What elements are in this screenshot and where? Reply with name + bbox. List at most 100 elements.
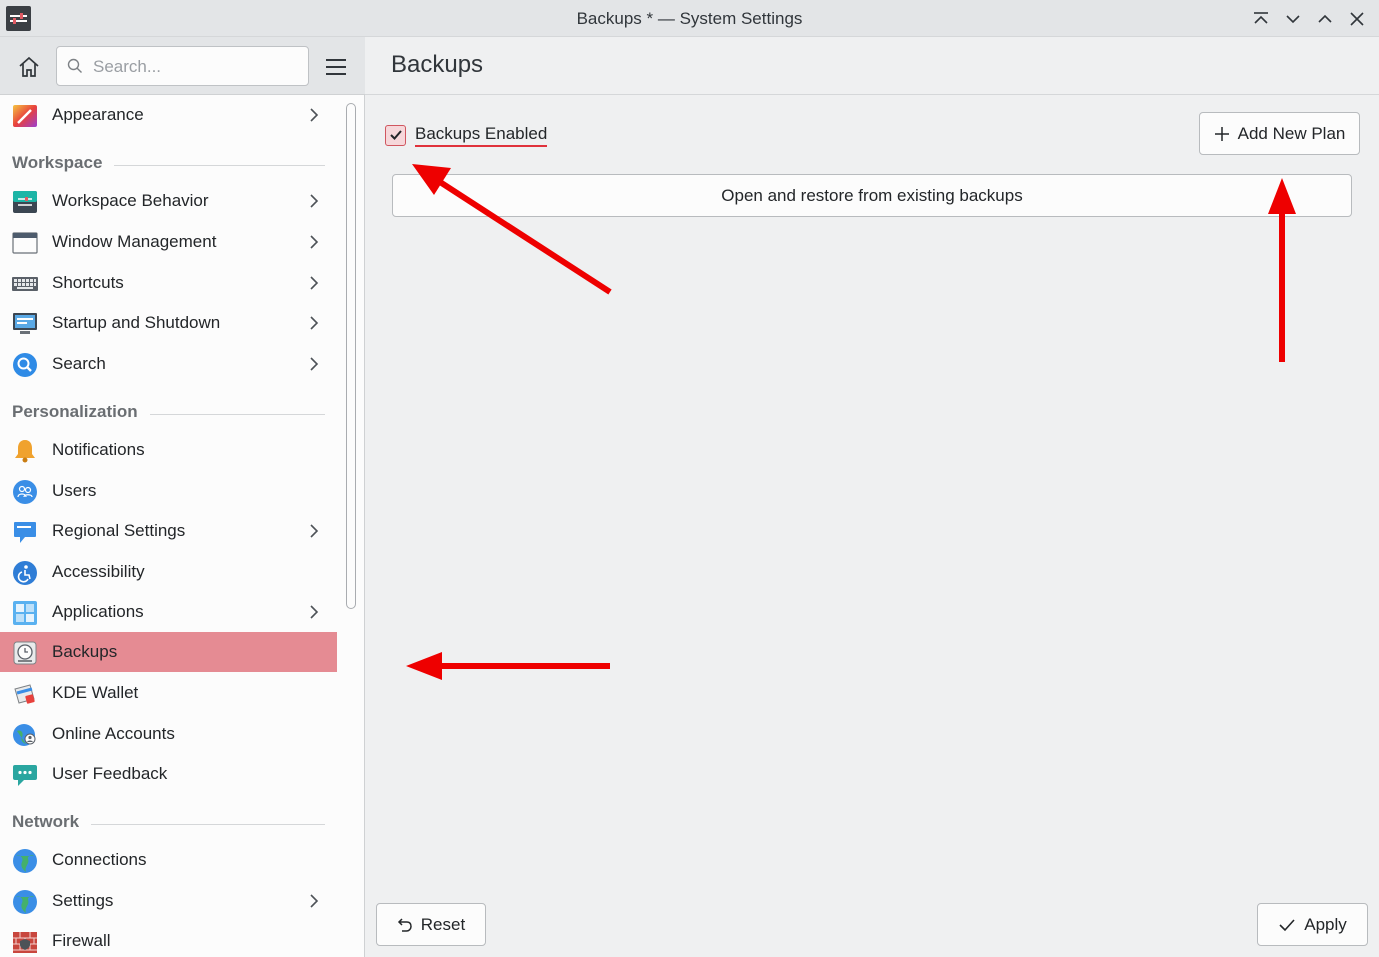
window-titlebar: Backups * — System Settings: [0, 0, 1379, 37]
add-new-plan-label: Add New Plan: [1237, 123, 1346, 143]
hamburger-menu-icon: [326, 59, 346, 75]
reset-button[interactable]: Reset: [376, 903, 486, 946]
sidebar-item-label: Firewall: [52, 931, 111, 950]
sidebar-item-backups[interactable]: Backups: [0, 632, 337, 672]
applications-icon: [13, 601, 37, 625]
section-header-personalization: Personalization: [0, 397, 337, 427]
sidebar-item-applications[interactable]: Applications: [0, 592, 337, 632]
user-feedback-icon: [13, 765, 37, 786]
apply-label: Apply: [1304, 914, 1347, 934]
sidebar-item-shortcuts[interactable]: Shortcuts: [0, 263, 337, 303]
maximize-button[interactable]: [1313, 7, 1337, 31]
backups-enabled-checkbox-row[interactable]: Backups Enabled: [385, 123, 548, 147]
sidebar-item-label: Connections: [52, 850, 147, 869]
sidebar-item-label: Settings: [52, 891, 114, 910]
globe-settings-icon: [13, 890, 37, 914]
sidebar-item-network-settings[interactable]: Settings: [0, 881, 337, 921]
backups-clock-icon: [13, 641, 37, 665]
backups-enabled-checkbox[interactable]: [385, 124, 406, 146]
sidebar-item-label: Appearance: [52, 105, 144, 124]
regional-settings-icon: [14, 522, 36, 543]
page-header: Backups: [365, 37, 1379, 95]
sidebar-scrollbar-thumb[interactable]: [346, 103, 356, 609]
home-button[interactable]: [12, 50, 46, 84]
undo-icon: [397, 917, 412, 932]
sidebar-item-search[interactable]: Search: [0, 344, 337, 384]
online-accounts-icon: [13, 724, 36, 746]
sidebar-item-label: Search: [52, 354, 106, 373]
apply-button[interactable]: Apply: [1257, 903, 1368, 946]
checkmark-icon: [1279, 918, 1295, 931]
sidebar-item-label: Regional Settings: [52, 521, 186, 540]
plus-icon: [1214, 126, 1229, 141]
open-restore-label: Open and restore from existing backups: [721, 185, 1023, 205]
home-icon: [19, 56, 39, 77]
sidebar-item-label: Workspace Behavior: [52, 191, 209, 210]
sidebar-item-label: Startup and Shutdown: [52, 313, 221, 332]
sidebar-item-workspace-behavior[interactable]: Workspace Behavior: [0, 181, 337, 221]
firewall-icon: [13, 932, 37, 953]
chevron-right-icon: [310, 276, 319, 290]
chevron-right-icon: [310, 357, 319, 371]
sidebar-item-label: Notifications: [52, 440, 145, 459]
sidebar-item-label: KDE Wallet: [52, 683, 139, 702]
sidebar-item-label: Users: [52, 481, 97, 500]
sidebar-item-accessibility[interactable]: Accessibility: [0, 552, 337, 592]
sidebar-item-label: Online Accounts: [52, 724, 175, 743]
sidebar-item-label: Applications: [52, 602, 144, 621]
close-icon: [1350, 12, 1364, 26]
search-magnifier-icon: [13, 353, 37, 377]
section-title: Personalization: [12, 402, 150, 422]
chevron-right-icon: [310, 194, 319, 208]
search-field[interactable]: [56, 46, 309, 86]
sidebar-item-startup-and-shutdown[interactable]: Startup and Shutdown: [0, 303, 337, 343]
sidebar-item-label: Shortcuts: [52, 273, 124, 292]
checkmark-icon: [389, 130, 402, 140]
section-title: Workspace: [12, 153, 115, 173]
sidebar-item-user-feedback[interactable]: User Feedback: [0, 754, 337, 794]
add-new-plan-button[interactable]: Add New Plan: [1199, 112, 1360, 155]
hamburger-menu-button[interactable]: [319, 50, 353, 84]
sidebar-item-users[interactable]: Users: [0, 471, 337, 511]
sidebar-scrollbar[interactable]: [337, 95, 365, 957]
sidebar-item-appearance[interactable]: Appearance: [0, 95, 337, 135]
workspace-behavior-icon: [13, 191, 37, 213]
section-header-network: Network: [0, 807, 337, 837]
sidebar-item-kde-wallet[interactable]: KDE Wallet: [0, 673, 337, 713]
sidebar-item-label: Accessibility: [52, 562, 145, 581]
sidebar-item-online-accounts[interactable]: Online Accounts: [0, 714, 337, 754]
sidebar-item-notifications[interactable]: Notifications: [0, 430, 337, 470]
sidebar-item-regional-settings[interactable]: Regional Settings: [0, 511, 337, 551]
open-restore-backups-button[interactable]: Open and restore from existing backups: [392, 174, 1352, 217]
window-title: Backups * — System Settings: [576, 9, 803, 28]
sidebar: Appearance Workspace Workspace Behavior …: [0, 95, 337, 957]
chevron-right-icon: [310, 605, 319, 619]
sidebar-item-window-management[interactable]: Window Management: [0, 222, 337, 262]
bell-icon: [15, 440, 35, 463]
chevron-right-icon: [310, 524, 319, 538]
minimize-button[interactable]: [1281, 7, 1305, 31]
section-title: Network: [12, 812, 92, 832]
window-management-icon: [12, 232, 38, 254]
chevron-up-icon: [1318, 14, 1332, 23]
chevron-right-icon: [310, 108, 319, 122]
sidebar-item-label: Window Management: [52, 232, 217, 251]
chevron-right-icon: [310, 235, 319, 249]
section-header-workspace: Workspace: [0, 148, 337, 178]
chevron-right-icon: [310, 316, 319, 330]
keep-above-button[interactable]: [1249, 7, 1273, 31]
backups-enabled-label[interactable]: Backups Enabled: [415, 124, 548, 147]
chevron-right-icon: [310, 894, 319, 908]
close-button[interactable]: [1345, 7, 1369, 31]
globe-icon: [13, 849, 37, 873]
search-input[interactable]: [91, 53, 300, 81]
search-icon: [67, 58, 82, 73]
sidebar-item-label: User Feedback: [52, 764, 168, 783]
appearance-icon: [13, 105, 37, 127]
keep-above-icon: [1254, 12, 1268, 24]
sidebar-item-connections[interactable]: Connections: [0, 840, 337, 880]
chevron-down-icon: [1286, 15, 1300, 24]
sidebar-item-firewall[interactable]: Firewall: [0, 921, 337, 957]
page-title: Backups: [391, 51, 484, 78]
startup-shutdown-icon: [13, 313, 37, 334]
